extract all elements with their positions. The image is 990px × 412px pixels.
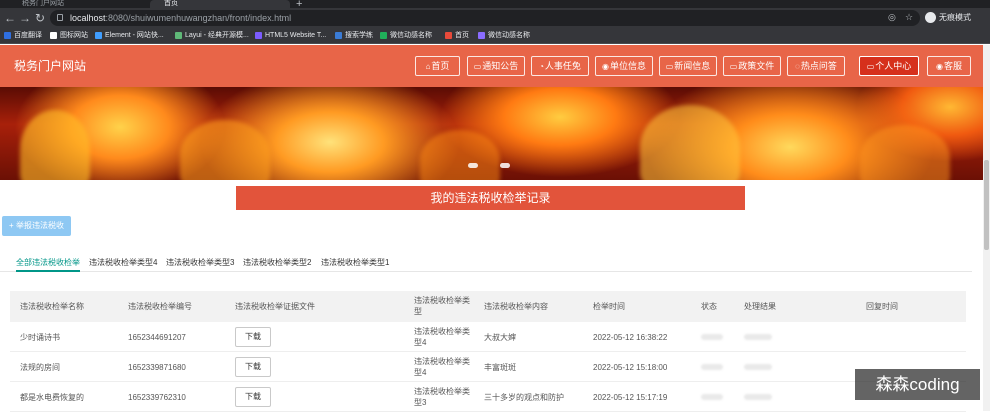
browser-tab-home[interactable]: 首页 [150,0,290,8]
avatar [925,12,936,24]
bookmark-item[interactable]: 搜索学练 [335,28,373,44]
table-row: 法规的房间 1652339871680 下载 违法税收检举类 型4 丰富斑斑 2… [10,352,966,382]
flame-shape [180,120,270,180]
nav-home-button[interactable]: ⌂首页 [415,56,460,76]
report-name: 法规的房间 [20,363,60,372]
report-code: 1652344691207 [128,333,186,342]
column-header: 处理结果 [744,302,776,311]
flame-shape [20,110,90,180]
report-content: 大叔大婶 [484,333,516,342]
fire-banner-carousel [0,87,990,180]
bookmark-item[interactable]: 微信动感名称 [380,28,432,44]
report-name: 少时诵诗书 [20,333,60,342]
nav-news-button[interactable]: ▭新闻信息 [659,56,717,76]
report-code: 1652339871680 [128,363,186,372]
nav-user-center-button[interactable]: ▭个人中心 [859,56,919,76]
bookmark-item[interactable]: 首页 [445,28,469,44]
report-type: 违法税收检举类 型4 [414,327,470,347]
column-header: 违法税收检举类 型 [414,296,470,316]
report-content: 丰富斑斑 [484,363,516,372]
flame-shape [860,125,950,180]
result-placeholder [744,364,772,370]
site-title: 税务门户网站 [14,59,87,73]
incognito-eye-icon[interactable]: ◎ [888,12,896,23]
home-icon: ⌂ [425,62,431,71]
result-placeholder [744,394,772,400]
download-button[interactable]: 下载 [235,387,271,407]
status-placeholder [701,394,723,400]
nav-notice-button[interactable]: ▭通知公告 [467,56,525,76]
tab-type-2[interactable]: 违法税收检举类型2 [243,254,311,272]
qa-icon: ◌ [795,62,800,71]
address-bar[interactable]: localhost:8080/shuiwumenhuwangzhan/front… [50,10,920,26]
document-icon: ▭ [729,62,738,71]
carousel-indicator[interactable] [500,163,510,168]
report-name: 都是水电费恢复的 [20,393,84,402]
nav-policy-button[interactable]: ▭政策文件 [723,56,781,76]
column-header: 违法税收检举内容 [484,302,548,311]
report-type: 违法税收检举类 型3 [414,387,470,407]
back-icon[interactable]: ← [3,11,17,25]
bookmark-item[interactable]: HTML5 Website T... [255,28,326,44]
status-placeholder [701,334,723,340]
bookmark-item[interactable]: 百度翻译 [4,28,42,44]
bookmark-item[interactable]: 微信动感名称 [478,28,530,44]
column-header: 回复时间 [866,302,898,311]
bookmark-item[interactable]: Element - 网站快... [95,28,164,44]
flame-shape [420,130,500,180]
nav-service-button[interactable]: ◉客服 [927,56,971,76]
column-header: 违法税收检举证据文件 [235,302,315,311]
nav-personnel-button[interactable]: ◔人事任免 [531,56,589,76]
address-url[interactable]: localhost:8080/shuiwumenhuwangzhan/front… [70,10,291,26]
person-icon: ◔ [539,62,544,71]
tab-type-1[interactable]: 违法税收检举类型1 [321,254,389,272]
add-report-button[interactable]: + 举报违法税收 [2,216,71,236]
download-button[interactable]: 下载 [235,327,271,347]
news-icon: ▭ [665,62,674,71]
table-row: 少时诵诗书 1652344691207 下载 违法税收检举类 型4 大叔大婶 2… [10,322,966,352]
column-header: 检举时间 [593,302,625,311]
user-center-icon: ▭ [866,62,875,71]
browser-tab-site[interactable]: 税务门户网站 [8,0,68,8]
column-header: 违法税收检举名称 [20,302,84,311]
nav-qa-button[interactable]: ◌热点问答 [787,56,845,76]
page-title: 我的违法税收检举记录 [236,186,745,210]
report-time: 2022-05-12 15:18:00 [593,363,668,372]
column-header: 违法税收检举编号 [128,302,192,311]
forward-icon[interactable]: → [18,11,32,25]
bookmark-item[interactable]: Layui - 经典开源模... [175,28,249,44]
nav-unit-info-button[interactable]: ◉单位信息 [595,56,653,76]
scrollbar-thumb[interactable] [984,160,989,250]
report-time: 2022-05-12 15:17:19 [593,393,668,402]
tab-all[interactable]: 全部违法税收检举 [16,254,80,272]
incognito-profile[interactable]: 无痕模式 [925,11,971,25]
flame-shape [640,105,740,180]
info-icon: ◉ [602,62,609,71]
bookmark-item[interactable]: 图标网站 [50,28,88,44]
report-code: 1652339762310 [128,393,186,402]
table-row: 都是水电费恢复的 1652339762310 下载 违法税收检举类 型3 三十多… [10,382,966,412]
bookmark-star-icon[interactable]: ☆ [905,12,913,23]
result-placeholder [744,334,772,340]
tab-type-3[interactable]: 违法税收检举类型3 [166,254,234,272]
table-header: 违法税收检举名称 违法税收检举编号 违法税收检举证据文件 违法税收检举类 型 违… [10,291,966,322]
service-icon: ◉ [936,62,943,71]
tab-type-4[interactable]: 违法税收检举类型4 [89,254,157,272]
bookmarks-bar: 百度翻译 图标网站 Element - 网站快... Layui - 经典开源模… [0,28,990,44]
reload-icon[interactable]: ↻ [33,11,47,25]
report-type: 违法税收检举类 型4 [414,357,470,377]
column-header: 状态 [701,302,717,311]
site-header: 税务门户网站 ⌂首页 ▭通知公告 ◔人事任免 ◉单位信息 ▭新闻信息 ▭政策文件… [0,45,990,87]
status-placeholder [701,364,723,370]
browser-tab-strip: 税务门户网站 首页 + [0,0,990,10]
report-time: 2022-05-12 16:38:22 [593,333,668,342]
report-content: 三十多岁的观点和防护 [484,393,564,402]
carousel-indicator[interactable] [468,163,478,168]
browser-toolbar: ← → ↻ localhost:8080/shuiwumenhuwangzhan… [0,8,990,28]
watermark: 森森coding [855,369,980,400]
notice-icon: ▭ [473,62,482,71]
report-type-tabs: 全部违法税收检举 违法税收检举类型4 违法税收检举类型3 违法税收检举类型2 违… [0,254,972,272]
info-icon[interactable] [57,14,63,21]
download-button[interactable]: 下载 [235,357,271,377]
